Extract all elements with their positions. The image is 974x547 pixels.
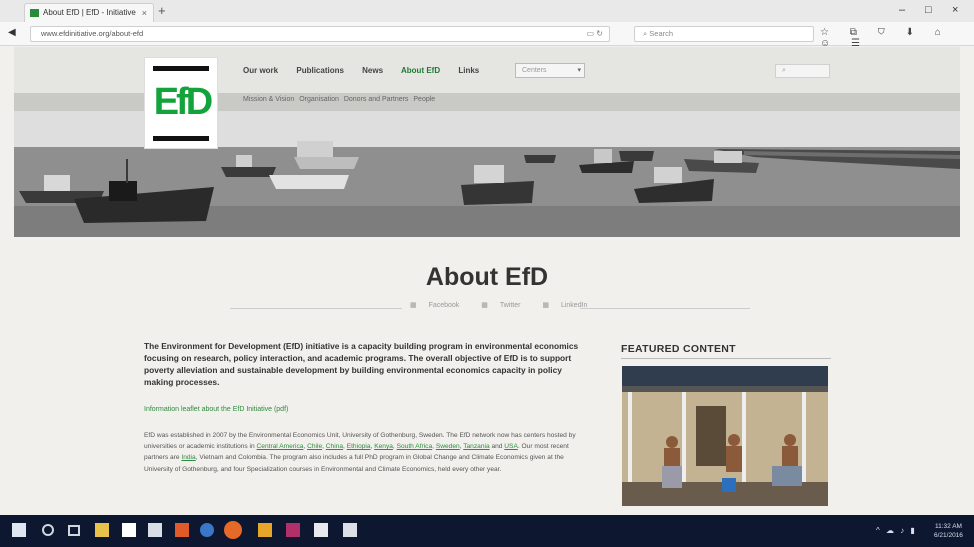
featured-photo-illustration (622, 366, 828, 506)
link-usa[interactable]: USA (504, 443, 518, 450)
app-icon-5[interactable] (286, 523, 300, 537)
task-view-icon[interactable] (68, 525, 80, 536)
search-icon: ⌕ (782, 67, 786, 74)
link-ethiopia[interactable]: Ethiopia (347, 443, 371, 450)
clock-time: 11:32 AM (934, 523, 962, 530)
windows-start-icon[interactable] (12, 523, 26, 537)
close-window-button[interactable]: × (952, 3, 958, 17)
url-bar[interactable]: www.efdinitiative.org/about-efd ▭ ↻ (30, 26, 610, 42)
app-icon-4[interactable] (258, 523, 272, 537)
nav-about-efd[interactable]: About EfD (401, 66, 440, 75)
link-china[interactable]: China (326, 443, 343, 450)
share-twitter-label: Twitter (499, 302, 521, 309)
body-text: , Vietnam and Colombia. The program also… (144, 454, 564, 473)
url-text: www.efdinitiative.org/about-efd (41, 29, 144, 38)
toolbar-icons[interactable]: ☆ ⧉ ⛉ ⬇ ⌂ ☺ ☰ (820, 27, 974, 49)
link-india[interactable]: India (181, 454, 195, 461)
app-icon[interactable] (148, 523, 162, 537)
firefox-icon[interactable] (224, 521, 242, 539)
app-icon-6[interactable] (314, 523, 328, 537)
body-and: and (489, 443, 505, 451)
body-paragraph: EfD was established in 2007 by the Envir… (144, 430, 589, 475)
new-tab-button[interactable]: + (158, 3, 166, 19)
featured-content-image[interactable] (622, 366, 828, 506)
share-facebook-label: Facebook (428, 302, 460, 309)
nav-links[interactable]: Links (458, 66, 479, 75)
page-title: About EfD (425, 263, 549, 291)
centers-select-value: Centers (522, 67, 547, 74)
subnav-people[interactable]: People (413, 96, 435, 103)
share-facebook-button[interactable]: ▦ Facebook (410, 302, 469, 309)
app-icon-7[interactable] (343, 523, 357, 537)
reload-icon[interactable]: ▭ ↻ (587, 27, 603, 41)
logo-bottom-bar (153, 136, 209, 141)
nav-news[interactable]: News (362, 66, 383, 75)
facebook-icon: ▦ (410, 302, 419, 309)
subnav-mission-vision[interactable]: Mission & Vision (243, 96, 294, 103)
store-icon[interactable] (122, 523, 136, 537)
browser-tab[interactable]: About EfD | EfD - Initiative × (24, 3, 154, 22)
linkedin-icon: ▦ (542, 302, 551, 309)
featured-content-heading: FEATURED CONTENT (621, 343, 736, 355)
centers-select[interactable]: Centers ▾ (515, 63, 585, 78)
featured-divider (621, 358, 831, 359)
search-placeholder: Search (649, 29, 674, 38)
main-nav: Our work Publications News About EfD Lin… (243, 66, 495, 75)
app-icon-2[interactable] (175, 523, 189, 537)
intro-paragraph: The Environment for Development (EfD) in… (144, 341, 579, 387)
maximize-button[interactable]: □ (925, 3, 932, 17)
tab-title: About EfD | EfD - Initiative (43, 8, 136, 17)
logo-top-bar (153, 66, 209, 71)
file-explorer-icon[interactable] (95, 523, 109, 537)
link-sweden[interactable]: Sweden (436, 443, 460, 450)
share-twitter-button[interactable]: ▦ Twitter (481, 302, 530, 309)
logo-text: EfD (153, 81, 213, 123)
efd-logo[interactable]: EfD (144, 57, 218, 149)
share-divider-left (230, 308, 402, 309)
subnav-organisation[interactable]: Organisation (299, 96, 339, 103)
browser-tab-bar: About EfD | EfD - Initiative × + – □ × (0, 0, 974, 22)
windows-taskbar: ^ ☁ ♪ ▮ 11:32 AM 6/21/2016 (0, 515, 974, 547)
link-kenya[interactable]: Kenya (374, 443, 393, 450)
link-chile[interactable]: Chile (307, 443, 322, 450)
link-tanzania[interactable]: Tanzania (463, 443, 489, 450)
site-search-input[interactable]: ⌕ (775, 64, 830, 78)
browser-toolbar: ◀ www.efdinitiative.org/about-efd ▭ ↻ ⌕ … (0, 22, 974, 49)
link-central-america[interactable]: Central America (257, 443, 304, 450)
clock-date: 6/21/2016 (934, 532, 963, 539)
share-linkedin-button[interactable]: ▦ LinkedIn (542, 302, 597, 309)
nav-our-work[interactable]: Our work (243, 66, 278, 75)
nav-publications[interactable]: Publications (296, 66, 344, 75)
minimize-button[interactable]: – (899, 3, 905, 17)
twitter-icon: ▦ (481, 302, 490, 309)
system-tray-icons[interactable]: ^ ☁ ♪ ▮ (876, 526, 917, 535)
browser-search-input[interactable]: ⌕ Search (634, 26, 814, 42)
efd-favicon-icon (30, 9, 39, 17)
share-linkedin-label: LinkedIn (560, 302, 588, 309)
search-icon[interactable] (42, 524, 54, 536)
subnav-donors-partners[interactable]: Donors and Partners (344, 96, 409, 103)
share-bar: ▦ Facebook ▦ Twitter ▦ LinkedIn (230, 301, 750, 315)
back-arrow-icon[interactable]: ◀ (8, 27, 16, 38)
tab-close-icon[interactable]: × (142, 4, 147, 22)
taskbar-clock[interactable]: 11:32 AM 6/21/2016 (934, 522, 963, 540)
leaflet-link[interactable]: Information leaflet about the EfD Initia… (144, 406, 288, 413)
chevron-down-icon: ▾ (577, 67, 581, 74)
app-icon-3[interactable] (200, 523, 214, 537)
link-south-africa[interactable]: South Africa (397, 443, 433, 450)
